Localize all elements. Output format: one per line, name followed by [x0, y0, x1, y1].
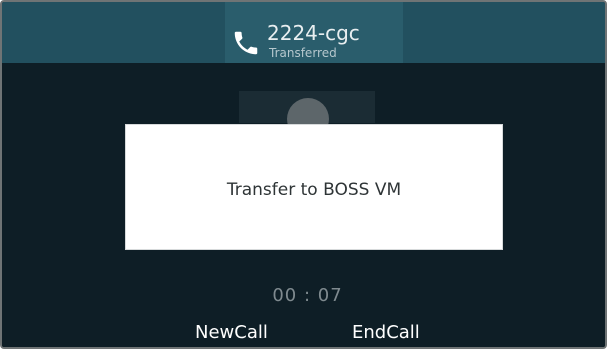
- softkey-bar: NewCall EndCall: [2, 315, 605, 347]
- end-call-button[interactable]: EndCall: [352, 322, 420, 344]
- phone-icon: [234, 31, 258, 55]
- phone-screen: 2224-cgc Transferred Transfer to BOSS VM…: [0, 0, 607, 349]
- new-call-button[interactable]: NewCall: [195, 322, 268, 344]
- dialog-message: Transfer to BOSS VM: [226, 180, 402, 200]
- call-status: Transferred: [269, 46, 337, 60]
- transfer-dialog: Transfer to BOSS VM: [125, 124, 503, 250]
- call-header: 2224-cgc Transferred: [2, 2, 605, 63]
- call-timer: 00 : 07: [272, 285, 343, 306]
- caller-id: 2224-cgc: [267, 21, 360, 45]
